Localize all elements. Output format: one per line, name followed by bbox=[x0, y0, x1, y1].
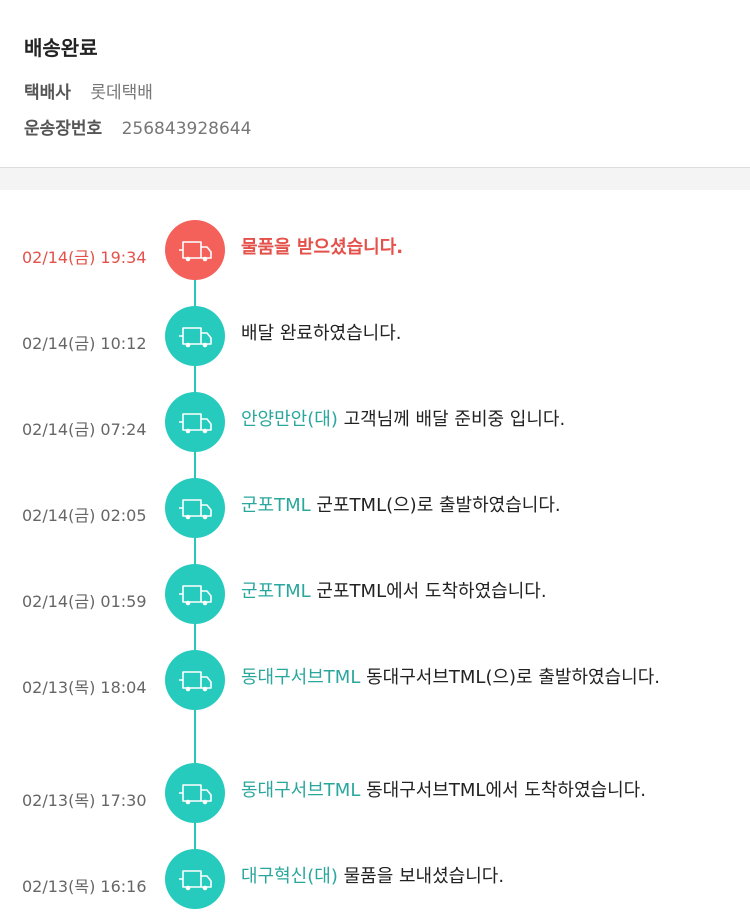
event-location: 대구혁신(대) bbox=[241, 866, 338, 887]
event-message: 동대구서브TML 동대구서브TML에서 도착하였습니다. bbox=[241, 777, 731, 804]
event-time: 02/13(목) 17:30 bbox=[22, 791, 147, 810]
truck-icon bbox=[179, 327, 212, 348]
event-time: 02/14(금) 19:34 bbox=[22, 248, 147, 267]
event-message: 안양만안(대) 고객님께 배달 준비중 입니다. bbox=[241, 406, 731, 433]
tracking-number: 256843928644 bbox=[121, 119, 252, 139]
truck-icon bbox=[179, 585, 212, 606]
event-location: 군포TML bbox=[241, 495, 311, 516]
event-time: 02/13(목) 16:16 bbox=[22, 877, 147, 896]
event-message: 군포TML 군포TML에서 도착하였습니다. bbox=[241, 578, 731, 605]
truck-icon bbox=[179, 671, 212, 692]
event-location: 동대구서브TML bbox=[241, 667, 361, 688]
event-location: 군포TML bbox=[241, 581, 311, 602]
section-divider bbox=[0, 168, 750, 190]
delivery-status: 배송완료 bbox=[24, 36, 98, 60]
event-message: 동대구서브TML 동대구서브TML(으)로 출발하였습니다. bbox=[241, 664, 731, 691]
event-marker bbox=[165, 650, 225, 710]
truck-icon bbox=[179, 241, 212, 262]
event-time: 02/13(목) 18:04 bbox=[22, 678, 147, 697]
event-text: 동대구서브TML에서 도착하였습니다. bbox=[366, 780, 646, 801]
event-location: 안양만안(대) bbox=[241, 409, 338, 430]
truck-icon bbox=[179, 870, 212, 891]
event-time: 02/14(금) 07:24 bbox=[22, 420, 147, 439]
event-marker bbox=[165, 564, 225, 624]
event-message: 군포TML 군포TML(으)로 출발하였습니다. bbox=[241, 492, 731, 519]
event-marker bbox=[165, 478, 225, 538]
tracking-timeline: 02/14(금) 19:34 물품을 받으셨습니다. 02/14(금) 10:1… bbox=[0, 190, 750, 914]
event-text: 군포TML에서 도착하였습니다. bbox=[316, 581, 547, 602]
event-location: 동대구서브TML bbox=[241, 780, 361, 801]
event-message: 대구혁신(대) 물품을 보내셨습니다. bbox=[241, 863, 731, 890]
carrier-label: 택배사 bbox=[24, 83, 71, 103]
event-text: 물품을 보내셨습니다. bbox=[343, 866, 505, 887]
event-marker bbox=[165, 763, 225, 823]
event-marker bbox=[165, 306, 225, 366]
truck-icon bbox=[179, 784, 212, 805]
event-message: 물품을 받으셨습니다. bbox=[241, 234, 731, 261]
event-marker bbox=[165, 220, 225, 280]
event-message: 배달 완료하였습니다. bbox=[241, 320, 731, 347]
carrier-value: 롯데택배 bbox=[90, 83, 153, 103]
event-time: 02/14(금) 01:59 bbox=[22, 592, 147, 611]
event-text: 배달 완료하였습니다. bbox=[241, 323, 402, 344]
event-text: 군포TML(으)로 출발하였습니다. bbox=[316, 495, 561, 516]
tracking-label: 운송장번호 bbox=[24, 119, 103, 139]
carrier-row: 택배사 롯데택배 bbox=[24, 78, 153, 103]
event-text: 물품을 받으셨습니다. bbox=[241, 237, 404, 258]
delivery-header: 배송완료 택배사 롯데택배 운송장번호 256843928644 bbox=[0, 0, 750, 168]
event-time: 02/14(금) 10:12 bbox=[22, 334, 147, 353]
event-marker bbox=[165, 849, 225, 909]
truck-icon bbox=[179, 413, 212, 434]
tracking-row: 운송장번호 256843928644 bbox=[24, 114, 251, 139]
event-text: 동대구서브TML(으)로 출발하였습니다. bbox=[366, 667, 660, 688]
event-time: 02/14(금) 02:05 bbox=[22, 506, 147, 525]
event-text: 고객님께 배달 준비중 입니다. bbox=[343, 409, 566, 430]
truck-icon bbox=[179, 499, 212, 520]
event-marker bbox=[165, 392, 225, 452]
